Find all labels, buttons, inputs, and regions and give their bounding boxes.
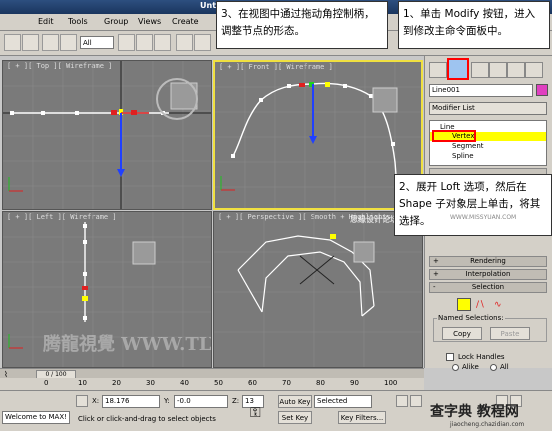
lock-handles-checkbox[interactable]: [446, 353, 454, 361]
z-label: Z:: [232, 397, 240, 405]
y-label: Y:: [164, 397, 170, 405]
alike-radio[interactable]: [452, 364, 459, 371]
unlink-icon[interactable]: [60, 34, 77, 51]
stack-item-spline[interactable]: Spline: [452, 152, 474, 160]
rotate-icon[interactable]: [194, 34, 211, 51]
viewport-left[interactable]: [ + ][ Left ][ Wireframe ] 腾龍視覺 WWW.TLVI…: [2, 211, 212, 368]
tick-50: 50: [214, 379, 223, 387]
callout-loft-shape: 2、展开 Loft 选项，然后在 Shape 子对象层上单击，将其选择。: [394, 174, 552, 236]
x-coord-field[interactable]: 18.176: [102, 395, 160, 408]
rendering-rollout-label: Rendering: [470, 257, 506, 265]
viewport-perspective[interactable]: [ + ][ Perspective ][ Smooth + Highlight…: [213, 211, 423, 368]
tick-80: 80: [316, 379, 325, 387]
alike-label: Alike: [462, 363, 479, 371]
maxscript-listener[interactable]: Welcome to MAX!: [2, 411, 70, 424]
interpolation-rollout[interactable]: + Interpolation: [429, 269, 547, 280]
utilities-tab-icon[interactable]: [525, 62, 543, 78]
status-bar: Welcome to MAX! X: 18.176 Y: -0.0 Z: 13 …: [0, 390, 552, 431]
stack-item-segment[interactable]: Segment: [452, 142, 484, 150]
lock-handles-label: Lock Handles: [458, 353, 505, 361]
menu-tools[interactable]: Tools: [68, 17, 88, 26]
track-bar[interactable]: 0 10 20 30 40 50 60 70 80 90 100: [0, 378, 424, 390]
chazidian-url-watermark: jiaocheng.chazidian.com: [450, 421, 525, 428]
forum-watermark: 思缘设计论坛: [350, 214, 398, 224]
key-filters-button[interactable]: Key Filters...: [338, 411, 386, 424]
modifier-list-dropdown[interactable]: Modifier List: [429, 102, 547, 115]
region-select-icon[interactable]: [154, 34, 171, 51]
menu-group[interactable]: Group: [104, 17, 128, 26]
viewport-front[interactable]: [ + ][ Front ][ Wireframe ]: [213, 60, 423, 210]
tick-30: 30: [146, 379, 155, 387]
callout-modify-button: 1、单击 Modify 按钮，进入到修改主命令面板中。: [398, 1, 550, 49]
vertex-highlight-box: [432, 130, 476, 142]
auto-key-button[interactable]: Auto Key: [278, 395, 312, 408]
chazidian-watermark: 查字典 教程网: [430, 404, 519, 420]
tick-20: 20: [112, 379, 121, 387]
menu-views[interactable]: Views: [138, 17, 161, 26]
go-to-start-icon[interactable]: [396, 395, 408, 407]
prompt-line: Click or click-and-drag to select object…: [78, 415, 216, 423]
move-icon[interactable]: [176, 34, 193, 51]
motion-tab-icon[interactable]: [489, 62, 507, 78]
y-coord-field[interactable]: -0.0: [174, 395, 228, 408]
tick-100: 100: [384, 379, 398, 387]
display-tab-icon[interactable]: [507, 62, 525, 78]
viewport-top[interactable]: [ + ][ Top ][ Wireframe ]: [2, 60, 212, 210]
tick-60: 60: [248, 379, 257, 387]
plus-icon: +: [433, 270, 439, 278]
missyuan-watermark: WWW.MISSYUAN.COM: [450, 214, 517, 221]
interpolation-rollout-label: Interpolation: [465, 270, 511, 278]
plus-icon: +: [433, 257, 439, 265]
minus-icon: -: [433, 283, 436, 291]
previous-frame-icon[interactable]: [410, 395, 422, 407]
tick-10: 10: [78, 379, 87, 387]
create-tab-icon[interactable]: [429, 62, 447, 78]
named-selections-label: Named Selections:: [437, 314, 505, 322]
hierarchy-tab-icon[interactable]: [471, 62, 489, 78]
tlvi-watermark: 腾龍視覺 WWW.TLVI.NET: [43, 334, 211, 355]
menu-create[interactable]: Create: [172, 17, 199, 26]
all-radio[interactable]: [490, 364, 497, 371]
menu-edit[interactable]: Edit: [38, 17, 54, 26]
select-icon[interactable]: [118, 34, 135, 51]
callout-drag-handles: 3、在视图中通过拖动角控制柄，调整节点的形态。: [216, 1, 388, 49]
tick-70: 70: [282, 379, 291, 387]
segment-level-icon[interactable]: ∕∖: [476, 300, 485, 310]
tick-40: 40: [180, 379, 189, 387]
copy-button[interactable]: Copy: [442, 327, 482, 340]
selection-rollout-label: Selection: [471, 283, 505, 291]
viewport-perspective-canvas: [214, 212, 422, 367]
key-icon[interactable]: ⚿: [250, 405, 261, 421]
tick-90: 90: [350, 379, 359, 387]
select-by-name-icon[interactable]: [136, 34, 153, 51]
selection-rollout[interactable]: - Selection: [429, 282, 547, 293]
viewport-front-canvas: [215, 62, 421, 208]
lock-selection-icon[interactable]: [76, 395, 88, 407]
selection-filter-dropdown[interactable]: All: [80, 36, 114, 49]
redo-icon[interactable]: [22, 34, 39, 51]
paste-button[interactable]: Paste: [490, 327, 530, 340]
set-key-button[interactable]: Set Key: [278, 411, 312, 424]
modifier-stack: Line Vertex Segment Spline: [429, 120, 547, 166]
object-color-swatch[interactable]: [536, 84, 548, 96]
link-icon[interactable]: [42, 34, 59, 51]
undo-icon[interactable]: [4, 34, 21, 51]
tick-0: 0: [44, 379, 49, 387]
object-name-field[interactable]: Line001: [429, 84, 533, 97]
named-selections-group: Named Selections: Copy Paste: [433, 314, 547, 342]
rendering-rollout[interactable]: + Rendering: [429, 256, 547, 267]
all-label: All: [500, 363, 509, 371]
selected-dropdown[interactable]: Selected: [314, 395, 372, 408]
spline-level-icon[interactable]: ∿: [494, 300, 502, 310]
modify-tab-icon[interactable]: [447, 58, 469, 80]
viewport-top-canvas: [3, 61, 211, 209]
x-label: X:: [92, 397, 100, 405]
vertex-level-icon[interactable]: [457, 298, 471, 311]
